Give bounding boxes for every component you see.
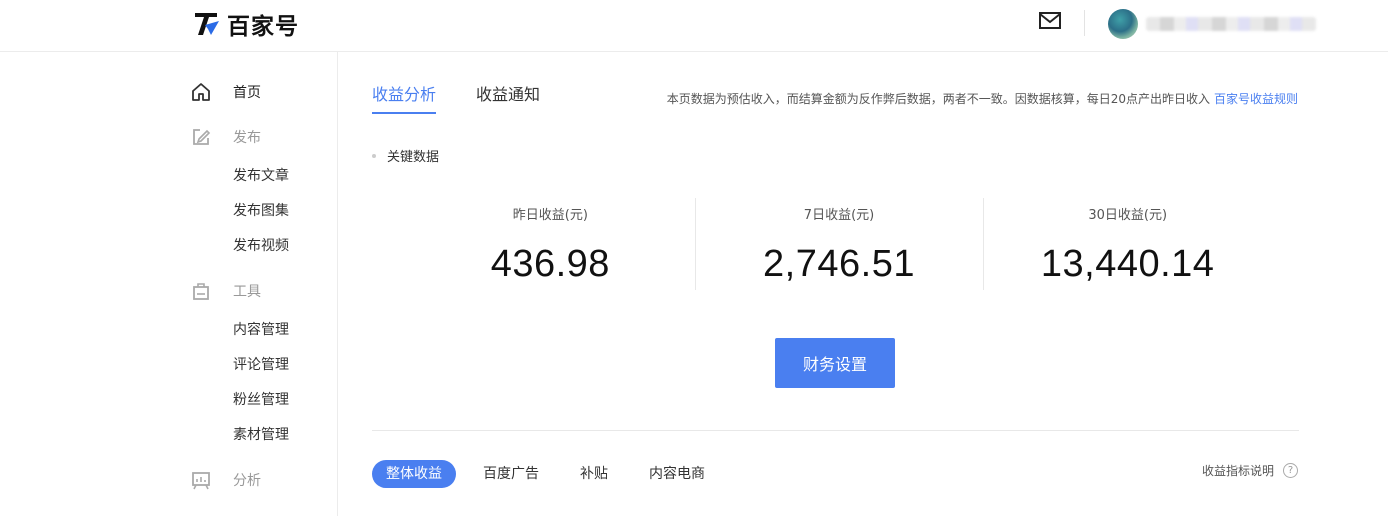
sidebar-item-label: 首页 <box>233 85 261 101</box>
sidebar-section-label: 发布 <box>233 130 261 146</box>
stat-value: 436.98 <box>490 243 610 285</box>
user-menu[interactable] <box>1108 8 1318 40</box>
sidebar-section-label: 工具 <box>233 284 261 300</box>
filter-subsidy[interactable]: 补贴 <box>566 460 622 488</box>
stat-label: 30日收益(元) <box>1088 208 1168 223</box>
edit-icon <box>193 129 211 145</box>
logo[interactable]: 百家号 <box>193 9 299 40</box>
sidebar-item-publish-video[interactable]: 发布视频 <box>233 236 289 256</box>
key-stats: 昨日收益(元) 436.98 7日收益(元) 2,746.51 30日收益(元)… <box>406 198 1272 290</box>
home-icon <box>192 83 210 101</box>
tab-revenue-notice[interactable]: 收益通知 <box>476 84 540 114</box>
chart-board-icon <box>192 472 210 490</box>
bag-icon <box>193 283 209 300</box>
sidebar-item-content-management[interactable]: 内容管理 <box>233 320 289 340</box>
sidebar-item-home[interactable]: 首页 <box>190 80 261 104</box>
bullet-dot <box>372 153 376 158</box>
sidebar-section-label: 分析 <box>233 473 261 489</box>
sidebar-item-publish-article[interactable]: 发布文章 <box>233 166 289 186</box>
sidebar-item-material-management[interactable]: 素材管理 <box>233 425 289 445</box>
top-header: 百家号 <box>0 0 1388 52</box>
filter-overall-revenue[interactable]: 整体收益 <box>372 460 456 488</box>
tab-revenue-analysis[interactable]: 收益分析 <box>372 84 437 114</box>
stat-30-day: 30日收益(元) 13,440.14 <box>983 198 1272 290</box>
user-avatar[interactable] <box>1108 9 1138 39</box>
baijiahao-logo-icon <box>195 13 219 35</box>
main-content: 收益分析 收益通知 本页数据为预估收入，而结算金额为反作弊后数据，两者不一致。因… <box>338 52 1388 516</box>
data-notice: 本页数据为预估收入，而结算金额为反作弊后数据，两者不一致。因数据核算，每日20点… <box>667 90 1298 107</box>
username-blurred <box>1146 17 1316 31</box>
sidebar-item-comment-management[interactable]: 评论管理 <box>233 355 289 375</box>
metrics-help[interactable]: 收益指标说明 ? <box>1202 462 1299 479</box>
sidebar-item-publish-gallery[interactable]: 发布图集 <box>233 201 289 221</box>
notice-text: 本页数据为预估收入，而结算金额为反作弊后数据，两者不一致。因数据核算，每日20点… <box>666 92 1210 106</box>
stat-label: 昨日收益(元) <box>512 208 588 223</box>
section-title: 关键数据 <box>372 146 439 165</box>
question-icon[interactable]: ? <box>1283 463 1299 478</box>
sidebar-section-tools: 工具 <box>190 279 261 303</box>
stat-7-day: 7日收益(元) 2,746.51 <box>694 198 984 290</box>
logo-text: 百家号 <box>227 14 299 40</box>
metrics-help-label: 收益指标说明 <box>1202 464 1275 478</box>
sidebar-item-fans-management[interactable]: 粉丝管理 <box>233 390 289 410</box>
section-title-text: 关键数据 <box>387 150 440 165</box>
divider <box>372 430 1299 431</box>
filter-content-ecommerce[interactable]: 内容电商 <box>635 460 719 488</box>
finance-settings-button[interactable]: 财务设置 <box>775 338 895 388</box>
sidebar-section-publish: 发布 <box>190 125 261 149</box>
header-divider <box>1084 10 1085 36</box>
sidebar: 首页 发布 发布文章 发布图集 发布视频 工具 内容管理 评论管理 粉丝管理 素… <box>0 52 338 516</box>
stat-yesterday: 昨日收益(元) 436.98 <box>406 198 695 290</box>
revenue-tabs: 收益分析 收益通知 <box>372 84 580 114</box>
stat-label: 7日收益(元) <box>803 208 875 223</box>
revenue-type-filters: 整体收益 百度广告 补贴 内容电商 <box>372 460 732 488</box>
sidebar-section-analysis: 分析 <box>190 468 261 492</box>
filter-baidu-ads[interactable]: 百度广告 <box>469 460 553 488</box>
stat-value: 2,746.51 <box>763 243 915 285</box>
stat-value: 13,440.14 <box>1040 243 1215 285</box>
revenue-rules-link[interactable]: 百家号收益规则 <box>1214 92 1298 106</box>
mail-icon[interactable] <box>1038 10 1062 32</box>
